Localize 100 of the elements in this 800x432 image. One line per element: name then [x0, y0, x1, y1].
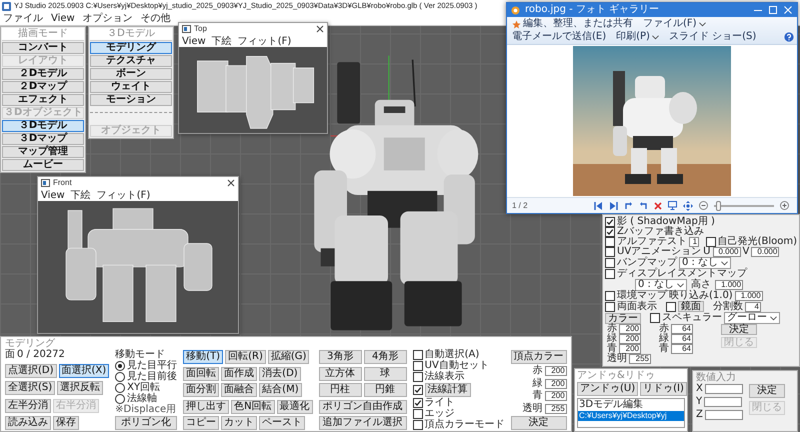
number-field[interactable]: 64 [671, 334, 693, 344]
shape-button[interactable]: 立方体 [318, 366, 362, 380]
select-button[interactable]: 左半分消 [5, 398, 51, 412]
checkbox[interactable] [412, 420, 423, 430]
number-field[interactable]: 64 [671, 324, 693, 334]
tool-button[interactable]: 面融合 [221, 383, 258, 397]
dropdown[interactable]: グーロー [724, 312, 780, 324]
tool-button[interactable]: 押し出す [183, 400, 230, 414]
checkbox[interactable] [412, 398, 423, 408]
number-field[interactable]: 200 [619, 344, 641, 354]
previous-icon[interactable] [594, 202, 603, 210]
input-field[interactable] [704, 384, 743, 394]
rotate-left-icon[interactable] [624, 201, 633, 210]
tool-button[interactable]: 色N回転 [231, 400, 275, 414]
mode-button[interactable]: コンバート [2, 42, 84, 54]
tool-button[interactable]: コピー [183, 416, 220, 430]
checkbox[interactable] [605, 237, 615, 247]
menu-item[interactable]: フィット(F) [234, 36, 294, 46]
checkbox[interactable] [605, 291, 615, 301]
radio-button[interactable] [115, 372, 126, 382]
mirror-button[interactable]: 鏡面 [678, 301, 704, 312]
close-icon[interactable] [227, 179, 235, 187]
select-button[interactable]: 全選択(S) [5, 381, 56, 395]
tool-button[interactable]: 最適化 [276, 400, 313, 414]
mode-button[interactable]: ムービー [2, 159, 84, 171]
input-field[interactable] [704, 397, 742, 407]
toolbar-button[interactable]: ファイル(F) [641, 18, 708, 30]
select-button[interactable]: 選択反転 [57, 381, 104, 395]
menu-item[interactable]: その他 [138, 13, 174, 24]
normal-calc-button[interactable]: 法線計算 [424, 383, 471, 397]
shape-button[interactable]: 円錐 [364, 383, 407, 397]
select-button[interactable]: 保存 [53, 416, 79, 430]
toolbar-button[interactable]: スライド ショー(S) [666, 31, 758, 43]
toolbar-button[interactable]: 編集、整理、または共有 [510, 18, 635, 30]
menu-item[interactable]: View [38, 190, 68, 200]
checkbox[interactable] [412, 372, 423, 382]
number-field[interactable]: 200 [544, 366, 567, 376]
tool-button[interactable]: カット [221, 416, 258, 430]
number-field[interactable]: 200 [544, 391, 567, 402]
zoom-in-icon[interactable] [780, 201, 789, 210]
history-item[interactable]: 3Dモデル編集 [578, 399, 684, 411]
color-button[interactable]: カラー [605, 312, 641, 324]
ok-button[interactable]: 決定 [721, 324, 757, 335]
undo-button[interactable]: リドゥ(I) [640, 382, 687, 396]
mode-button[interactable]: マップ管理 [2, 146, 84, 158]
monitor-icon[interactable] [668, 201, 677, 210]
maximize-icon[interactable] [768, 5, 778, 15]
menu-item[interactable]: 下絵 [208, 36, 235, 46]
shape-button[interactable]: 3角形 [318, 350, 362, 364]
checkbox[interactable] [605, 302, 615, 312]
checkbox[interactable] [412, 350, 423, 360]
checkbox[interactable] [666, 302, 676, 312]
tool-button[interactable]: 面作成 [221, 366, 258, 380]
number-field[interactable]: 1 [689, 237, 700, 247]
number-field[interactable]: 255 [544, 404, 567, 414]
tool-button[interactable]: 面回転 [183, 366, 220, 380]
radio-button[interactable] [115, 394, 126, 404]
checkbox[interactable] [412, 385, 423, 395]
tool-button[interactable]: 面分割 [183, 383, 220, 397]
menu-item[interactable]: オプション [80, 13, 136, 24]
select-button[interactable]: 点選択(D) [5, 364, 57, 378]
number-field[interactable]: 4 [745, 302, 761, 312]
delete-icon[interactable] [654, 202, 662, 210]
select-button[interactable]: 面選択(X) [58, 364, 110, 378]
help-icon[interactable] [784, 32, 794, 42]
checkbox[interactable] [412, 361, 423, 371]
mode-button[interactable]: ウェイト [90, 81, 172, 93]
number-field[interactable]: 200 [619, 334, 641, 344]
radio-button[interactable] [115, 383, 126, 393]
shape-button[interactable]: 4角形 [364, 350, 407, 364]
number-field[interactable]: 64 [671, 344, 693, 354]
shape-button[interactable]: 球 [364, 366, 407, 380]
shape-button[interactable]: ポリゴン自由作成 [318, 400, 407, 414]
menu-item[interactable]: View [179, 36, 209, 46]
number-field[interactable]: 1.000 [715, 280, 744, 290]
tool-button[interactable]: 結合(M) [259, 383, 302, 397]
rotate-right-icon[interactable] [638, 201, 648, 210]
mode-button[interactable]: モデリング [90, 42, 172, 54]
next-icon[interactable] [608, 202, 618, 210]
checkbox[interactable] [605, 247, 615, 257]
zoom-out-icon[interactable] [698, 201, 708, 210]
number-field[interactable]: 1.000 [734, 291, 763, 301]
undo-button[interactable]: アンドゥ(U) [577, 382, 638, 396]
menu-item[interactable]: ファイル [0, 13, 46, 24]
tool-button[interactable]: ペースト [259, 416, 306, 430]
close-icon[interactable] [316, 25, 324, 33]
polygonize-button[interactable]: ポリゴン化 [115, 416, 178, 430]
move-icon[interactable] [682, 200, 693, 210]
checkbox[interactable] [605, 217, 615, 227]
checkbox[interactable] [605, 258, 615, 268]
menu-item[interactable]: 下絵 [68, 190, 94, 200]
mode-button[interactable]: テクスチャ [90, 55, 172, 67]
checkbox[interactable] [605, 269, 615, 279]
number-field[interactable]: 255 [629, 354, 651, 364]
input-field[interactable] [704, 410, 743, 420]
dropdown[interactable]: 0 : なし [679, 257, 732, 269]
ok-button[interactable]: 決定 [748, 384, 785, 398]
toolbar-button[interactable]: 電子メールで送信(E) [510, 31, 608, 43]
mode-button[interactable]: モーション [90, 94, 172, 106]
number-field[interactable]: 200 [544, 378, 567, 389]
